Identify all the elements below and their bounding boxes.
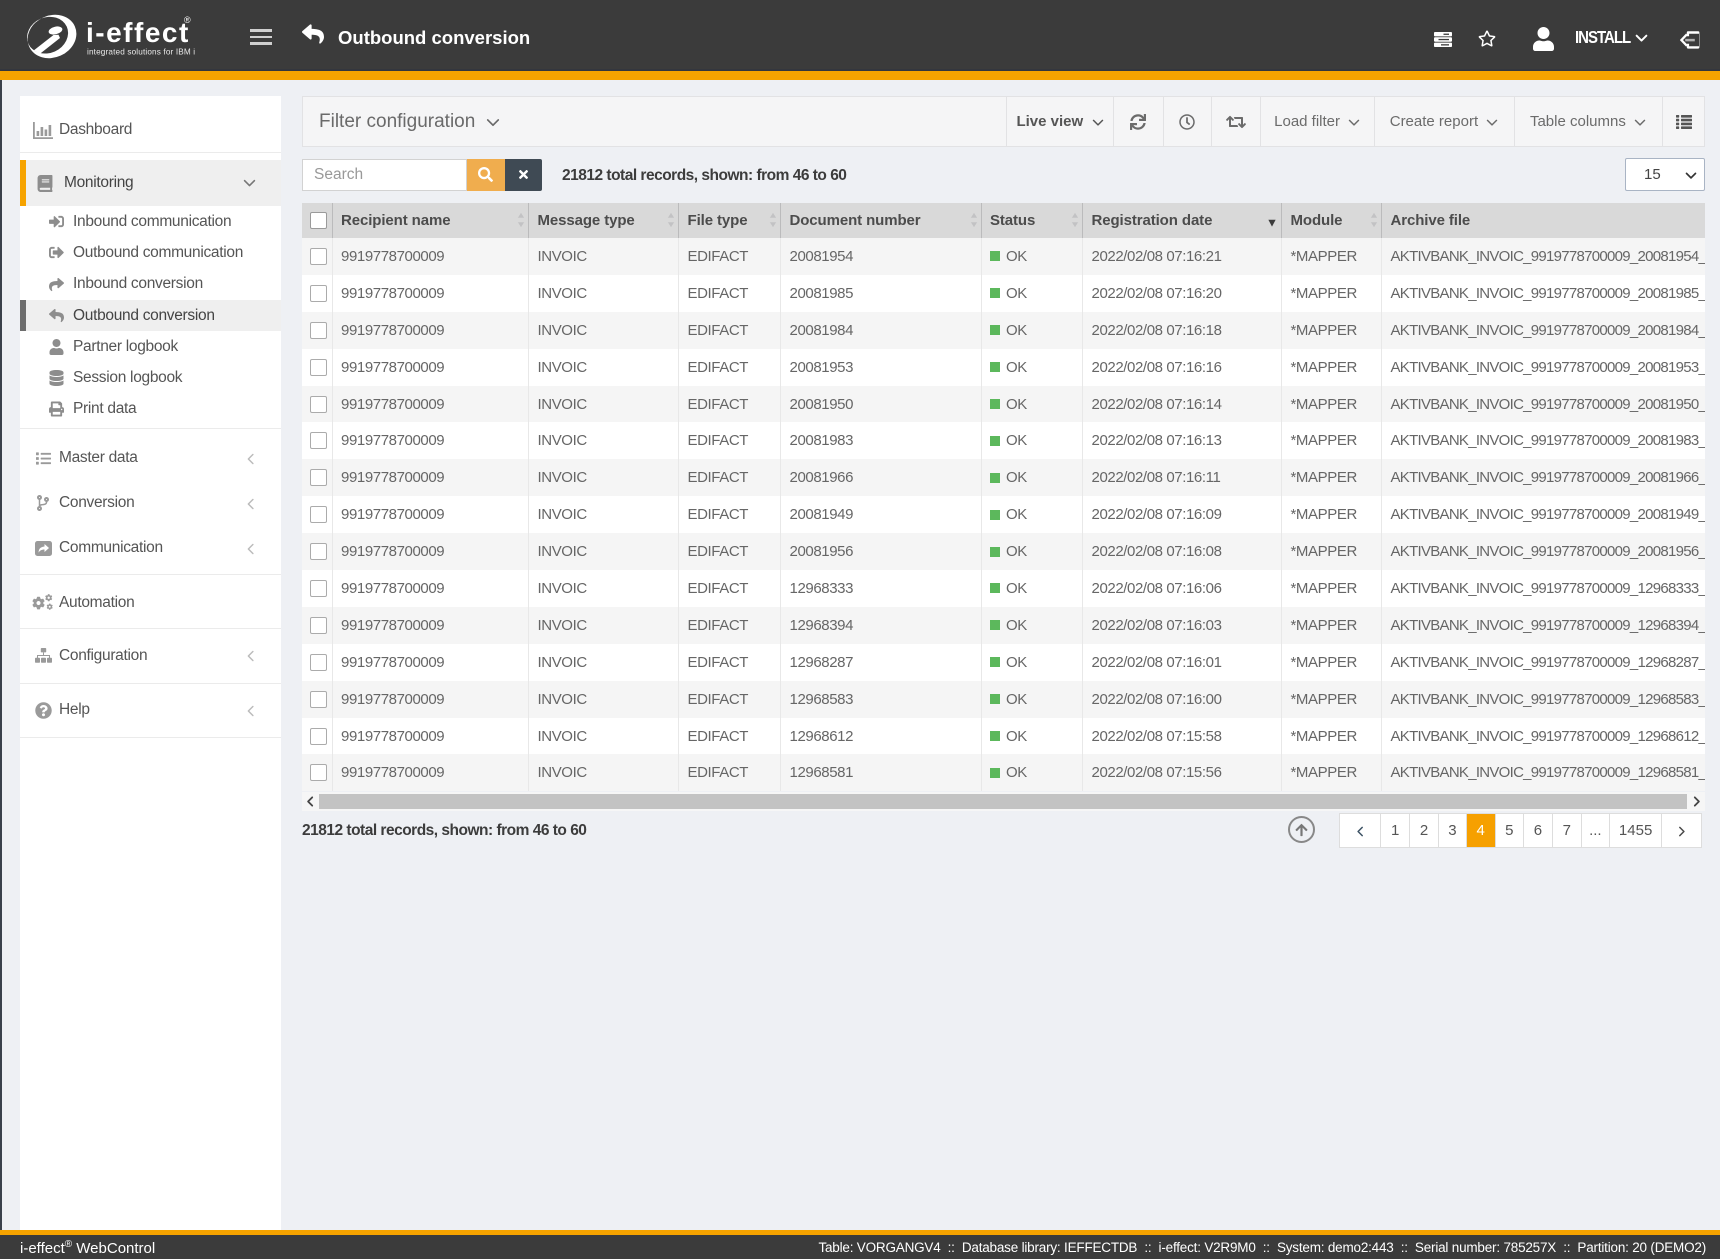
svg-text:integrated solutions for IBM i: integrated solutions for IBM i xyxy=(87,48,195,57)
svg-text:®: ® xyxy=(184,15,191,25)
svg-text:i-effect: i-effect xyxy=(86,17,190,48)
